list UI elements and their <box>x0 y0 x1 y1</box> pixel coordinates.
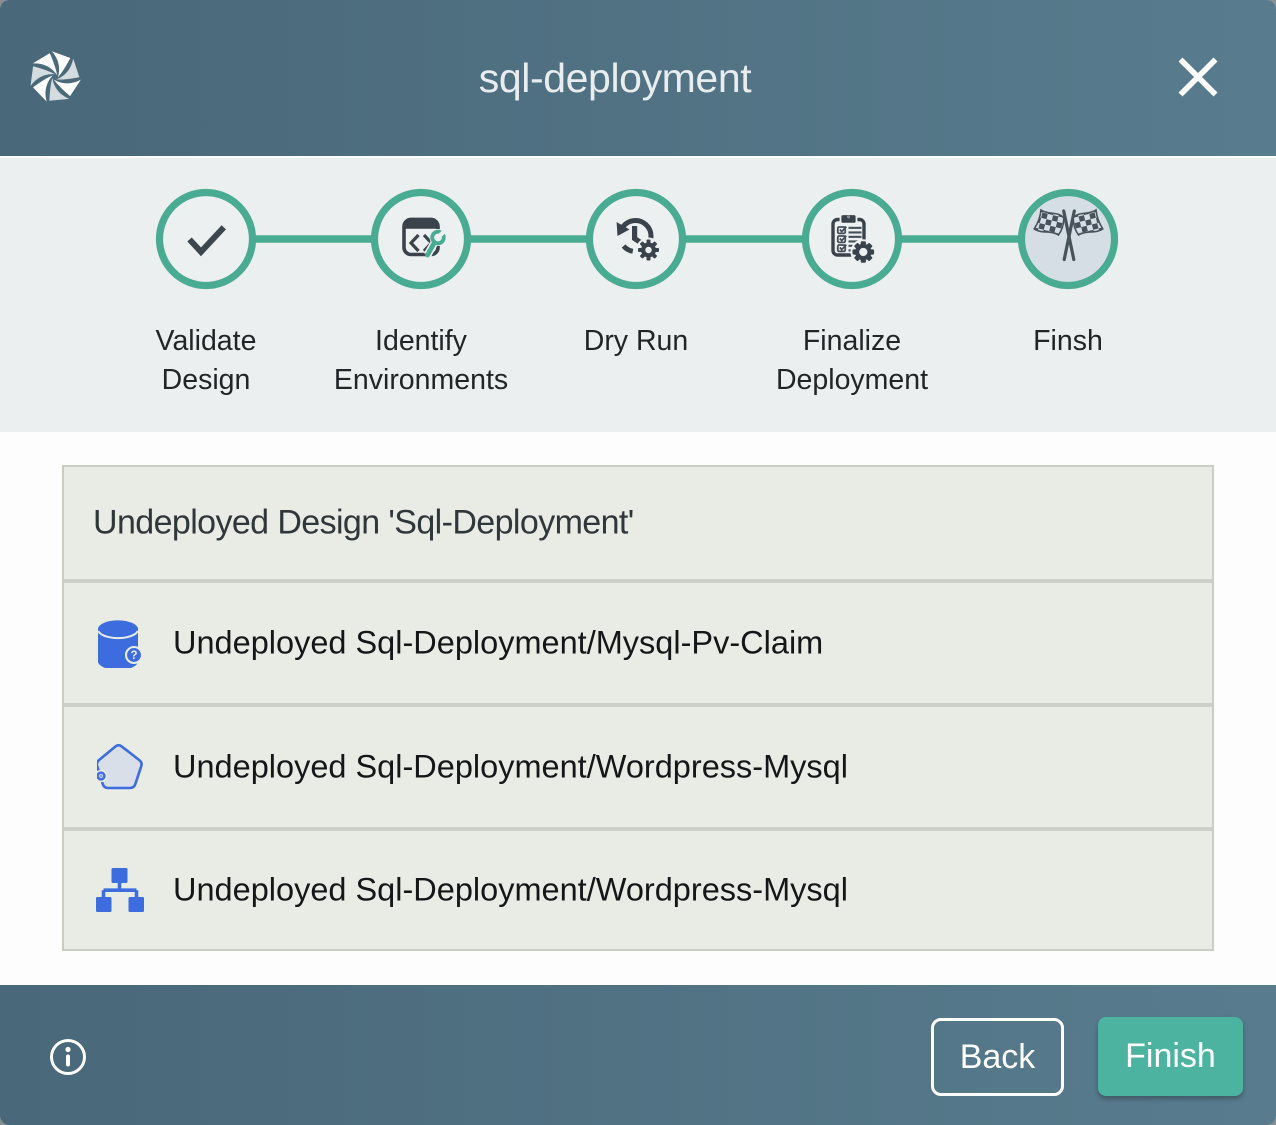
svg-text:?: ? <box>130 650 137 662</box>
